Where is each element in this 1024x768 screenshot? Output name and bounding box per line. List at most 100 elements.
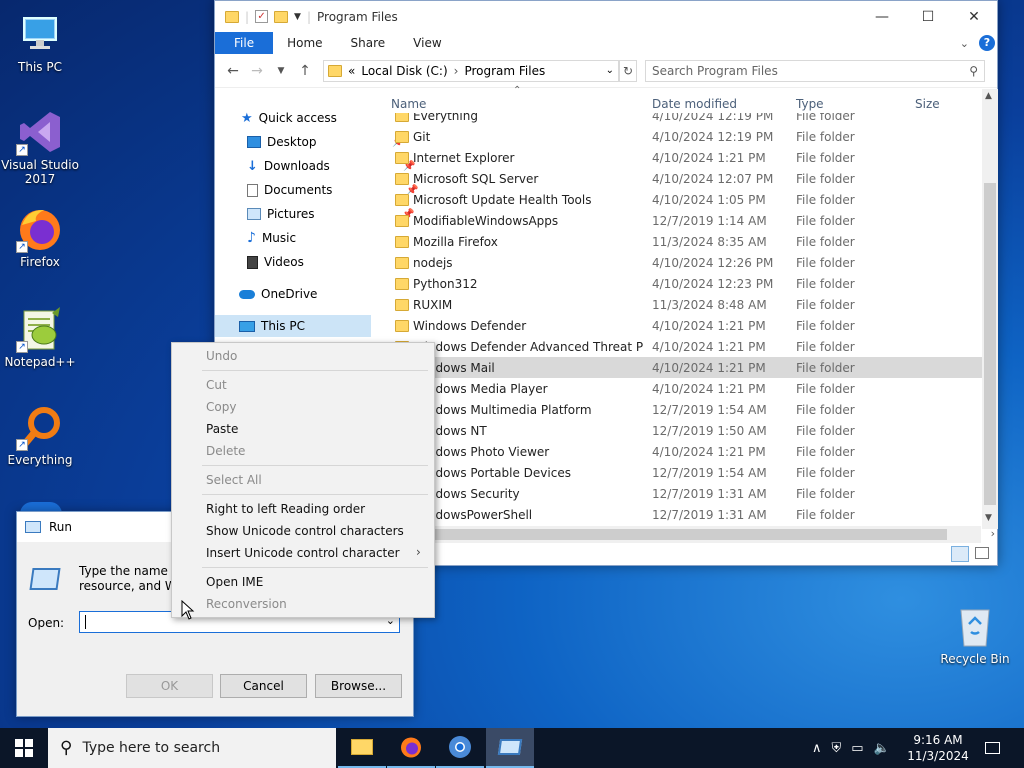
browse-button[interactable]: Browse... (315, 674, 402, 698)
nav-videos[interactable]: Videos (247, 251, 304, 273)
maximize-button[interactable]: ☐ (905, 1, 951, 32)
menu-item-select-all[interactable]: Select All (206, 473, 262, 487)
table-row[interactable]: Windows Photo Viewer 4/10/2024 1:21 PM Fil… (385, 441, 982, 462)
context-menu: Undo Cut Copy Paste Delete Select All Ri… (171, 342, 435, 618)
explorer-titlebar[interactable]: | ✓ ▼ | Program Files — ☐ ✕ (215, 1, 997, 32)
address-bar[interactable]: « Local Disk (C:) › Program Files ⌄ (323, 59, 619, 82)
menu-item-undo[interactable]: Undo (206, 349, 237, 363)
breadcrumb-program-files[interactable]: Program Files (464, 64, 545, 78)
nav-onedrive[interactable]: OneDrive (239, 283, 317, 305)
menu-item-reconversion[interactable]: Reconversion (206, 597, 287, 611)
menu-item-cut[interactable]: Cut (206, 378, 227, 392)
close-button[interactable]: ✕ (951, 1, 997, 32)
table-row[interactable]: Python312 4/10/2024 12:23 PM File folder (385, 273, 982, 294)
customize-toolbar-icon[interactable]: ▼ (294, 12, 301, 22)
table-row[interactable]: Mozilla Firefox 11/3/2024 8:35 AM File fol… (385, 231, 982, 252)
desktop-icon-this-pc[interactable]: This PC (0, 10, 80, 74)
menu-item-delete[interactable]: Delete (206, 444, 245, 458)
table-row[interactable]: Windows NT 12/7/2019 1:50 AM File folder (385, 420, 982, 441)
up-arrow-icon[interactable]: ↑ (293, 63, 317, 79)
vertical-scrollbar[interactable]: ▲ ▼ (982, 89, 998, 529)
scrollbar-thumb[interactable] (984, 183, 996, 505)
nav-pictures[interactable]: Pictures 📌 (247, 203, 415, 225)
new-folder-icon[interactable] (274, 10, 289, 23)
taskbar-chrome[interactable] (436, 728, 484, 768)
table-row[interactable]: ModifiableWindowsApps 12/7/2019 1:14 AM Fi… (385, 210, 982, 231)
table-row[interactable]: Windows Defender 4/10/2024 1:21 PM File fo… (385, 315, 982, 336)
menu-item-insert-unicode[interactable]: Insert Unicode control character (206, 546, 400, 560)
table-row[interactable]: Everything 4/10/2024 12:19 PM File folder (385, 113, 982, 126)
breadcrumb-overflow[interactable]: « (348, 64, 355, 78)
horizontal-scrollbar[interactable]: › (425, 526, 995, 543)
table-row[interactable]: Microsoft Update Health Tools 4/10/2024 1… (385, 189, 982, 210)
table-row[interactable]: Windows Media Player 4/10/2024 1:21 PM Fil… (385, 378, 982, 399)
notification-center[interactable] (980, 728, 1004, 768)
properties-icon[interactable]: ✓ (255, 10, 269, 23)
nav-desktop[interactable]: Desktop 📌 (247, 131, 405, 153)
table-row[interactable]: Windows Mail 4/10/2024 1:21 PM File folder (385, 357, 982, 378)
desktop-icon-notepadpp[interactable]: ↗ Notepad++ (0, 305, 80, 369)
breadcrumb-local-disk[interactable]: Local Disk (C:) (361, 64, 447, 78)
details-view-icon[interactable] (951, 546, 969, 562)
table-row[interactable]: Microsoft SQL Server 4/10/2024 12:07 PM Fi… (385, 168, 982, 189)
search-input[interactable]: Search Program Files ⚲ (645, 59, 985, 82)
column-size[interactable]: Size (915, 97, 940, 111)
table-row[interactable]: Internet Explorer 4/10/2024 1:21 PM File f… (385, 147, 982, 168)
nav-quick-access[interactable]: ★ Quick access (241, 107, 337, 129)
table-row[interactable]: Windows Defender Advanced Threat Prot...… (385, 336, 982, 357)
network-icon[interactable]: ▭ (851, 741, 863, 756)
scrollbar-thumb[interactable] (425, 529, 947, 540)
ok-button[interactable]: OK (126, 674, 213, 698)
chevron-down-icon[interactable]: ⌄ (606, 65, 614, 76)
menu-item-open-ime[interactable]: Open IME (206, 575, 263, 589)
tab-view[interactable]: View (399, 32, 455, 54)
menu-item-show-unicode[interactable]: Show Unicode control characters (206, 524, 404, 538)
taskbar-run[interactable] (486, 728, 534, 768)
tab-file[interactable]: File (215, 32, 274, 54)
nav-downloads[interactable]: ↓ Downloads 📌 (247, 155, 416, 177)
desktop-icon-everything[interactable]: ↗ Everything (0, 403, 80, 467)
menu-item-paste[interactable]: Paste (206, 422, 238, 436)
column-type[interactable]: Type (796, 97, 824, 111)
forward-arrow-icon[interactable]: → (245, 63, 269, 79)
refresh-icon[interactable]: ↻ (619, 59, 637, 82)
column-date-modified[interactable]: Date modified (652, 97, 737, 111)
nav-documents[interactable]: Documents 📌 (247, 179, 418, 201)
taskbar-file-explorer[interactable] (338, 728, 386, 768)
security-icon[interactable]: ⛨ (832, 741, 842, 756)
nav-this-pc[interactable]: This PC (215, 315, 371, 337)
nav-music[interactable]: ♪ Music (247, 227, 296, 249)
cancel-button[interactable]: Cancel (220, 674, 307, 698)
table-row[interactable]: nodejs 4/10/2024 12:26 PM File folder (385, 252, 982, 273)
back-arrow-icon[interactable]: ← (221, 63, 245, 79)
help-icon[interactable]: ? (979, 35, 995, 51)
taskbar-search-box[interactable]: ⚲ Type here to search (48, 728, 336, 768)
scroll-up-arrow-icon[interactable]: ▲ (985, 91, 992, 101)
column-name[interactable]: Name (391, 97, 426, 111)
clock[interactable]: 9:16 AM 11/3/2024 (906, 728, 970, 768)
desktop-icon-visual-studio[interactable]: ↗ Visual Studio 2017 (0, 108, 80, 186)
volume-muted-icon[interactable]: 🔈 (874, 741, 890, 756)
expand-ribbon-icon[interactable]: ⌄ (960, 37, 969, 50)
music-note-icon: ♪ (247, 230, 256, 246)
scroll-down-arrow-icon[interactable]: ▼ (985, 513, 992, 523)
tab-home[interactable]: Home (273, 32, 336, 54)
table-row[interactable]: Git 4/10/2024 12:19 PM File folder (385, 126, 982, 147)
table-row[interactable]: Windows Portable Devices 12/7/2019 1:54 A… (385, 462, 982, 483)
taskbar-firefox[interactable] (387, 728, 435, 768)
minimize-button[interactable]: — (859, 1, 905, 32)
large-icons-view-icon[interactable] (975, 547, 989, 559)
menu-item-rtl-reading-order[interactable]: Right to left Reading order (206, 502, 365, 516)
table-row[interactable]: Windows Security 12/7/2019 1:31 AM File fo… (385, 483, 982, 504)
table-row[interactable]: RUXIM 11/3/2024 8:48 AM File folder (385, 294, 982, 315)
scroll-right-arrow-icon[interactable]: › (991, 527, 995, 540)
menu-item-copy[interactable]: Copy (206, 400, 236, 414)
desktop-icon-recycle-bin[interactable]: Recycle Bin (935, 602, 1015, 666)
desktop-icon-firefox[interactable]: ↗ Firefox (0, 205, 80, 269)
show-hidden-icons-icon[interactable]: ∧ (812, 741, 822, 756)
recent-locations-icon[interactable]: ▼ (269, 66, 293, 76)
table-row[interactable]: Windows Multimedia Platform 12/7/2019 1:5… (385, 399, 982, 420)
start-button[interactable] (0, 728, 48, 768)
table-row[interactable]: WindowsPowerShell 12/7/2019 1:31 AM File f… (385, 504, 982, 525)
tab-share[interactable]: Share (337, 32, 400, 54)
